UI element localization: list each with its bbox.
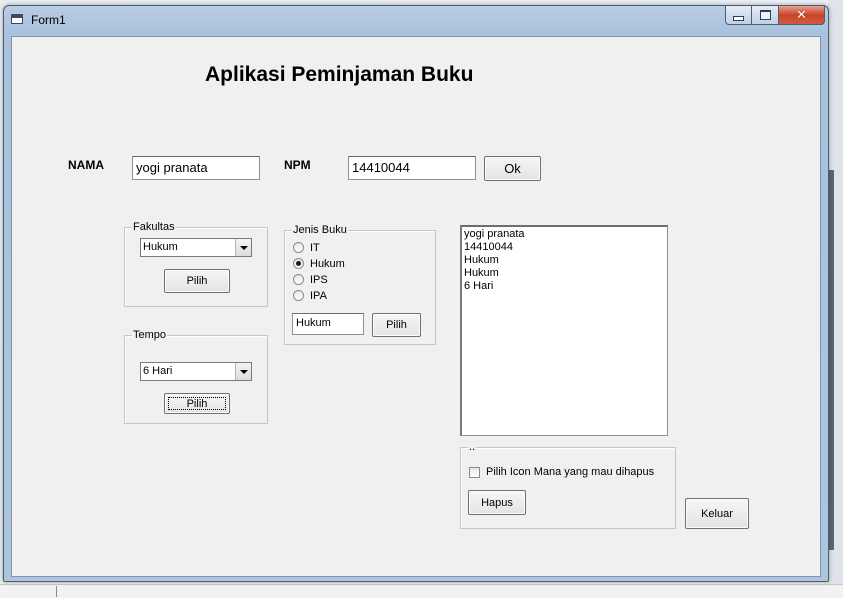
hapus-checkbox-row[interactable]: Pilih Icon Mana yang mau dihapus	[469, 466, 654, 478]
npm-input[interactable]: 14410044	[348, 156, 476, 180]
app-form-icon[interactable]	[11, 14, 23, 24]
fakultas-selected: Hukum	[143, 241, 178, 253]
output-listbox[interactable]: yogi pranata 14410044 Hukum Hukum 6 Hari	[460, 225, 668, 436]
jenis-buku-pilih-button[interactable]: Pilih	[372, 313, 421, 337]
app-title: Aplikasi Peminjaman Buku	[205, 63, 474, 86]
minimize-icon	[733, 15, 744, 21]
radio-hukum[interactable]: Hukum	[293, 256, 345, 271]
taskbar-divider	[56, 586, 57, 597]
dropdown-arrow-icon[interactable]	[235, 239, 251, 256]
taskbar-strip	[0, 584, 843, 598]
radio-button-ipa[interactable]	[293, 290, 304, 301]
tempo-pilih-button[interactable]: Pilih	[164, 393, 230, 414]
dropdown-arrow-icon[interactable]	[235, 363, 251, 380]
radio-button-it[interactable]	[293, 242, 304, 253]
fakultas-pilih-button[interactable]: Pilih	[164, 269, 230, 293]
jenis-buku-frame: Jenis Buku IT Hukum IPS IPA Hukum Pilih	[284, 224, 436, 345]
hapus-legend: ..	[468, 441, 477, 454]
jenis-buku-input[interactable]: Hukum	[292, 313, 364, 335]
hapus-checkbox[interactable]	[469, 466, 480, 478]
radio-label-ips: IPS	[310, 273, 328, 286]
radio-label-ipa: IPA	[310, 289, 327, 302]
list-item[interactable]: yogi pranata	[464, 228, 665, 241]
radio-label-hukum: Hukum	[310, 257, 345, 270]
tempo-legend: Tempo	[132, 329, 168, 342]
jenis-buku-legend: Jenis Buku	[292, 224, 348, 237]
maximize-button[interactable]	[752, 6, 779, 25]
tempo-selected: 6 Hari	[143, 365, 173, 377]
list-item[interactable]: Hukum	[464, 254, 665, 267]
tempo-dropdown[interactable]: 6 Hari	[140, 362, 252, 381]
form1-window: Form1 ✕ Aplikasi Peminjaman Buku NAMA yo…	[3, 5, 829, 582]
maximize-icon	[759, 10, 771, 20]
radio-label-it: IT	[310, 241, 320, 254]
fakultas-frame: Fakultas Hukum Pilih	[124, 221, 268, 307]
form-client-area: Aplikasi Peminjaman Buku NAMA yogi prana…	[11, 36, 821, 577]
list-item[interactable]: 6 Hari	[464, 280, 665, 293]
radio-ips[interactable]: IPS	[293, 272, 328, 287]
list-item[interactable]: Hukum	[464, 267, 665, 280]
hapus-button[interactable]: Hapus	[468, 490, 526, 515]
tempo-frame: Tempo 6 Hari Pilih	[124, 329, 268, 424]
hapus-frame: .. Pilih Icon Mana yang mau dihapus Hapu…	[460, 441, 676, 529]
radio-it[interactable]: IT	[293, 240, 320, 255]
hapus-checkbox-label: Pilih Icon Mana yang mau dihapus	[486, 466, 655, 478]
fakultas-dropdown[interactable]: Hukum	[140, 238, 252, 257]
close-button[interactable]: ✕	[779, 6, 825, 25]
title-bar[interactable]: Form1 ✕	[4, 6, 828, 34]
npm-label: NPM	[284, 158, 311, 172]
ok-button[interactable]: Ok	[484, 156, 541, 181]
minimize-button[interactable]	[725, 6, 752, 25]
list-item[interactable]: 14410044	[464, 241, 665, 254]
fakultas-legend: Fakultas	[132, 221, 176, 234]
close-icon: ✕	[796, 7, 807, 23]
radio-ipa[interactable]: IPA	[293, 288, 327, 303]
radio-button-ips[interactable]	[293, 274, 304, 285]
nama-label: NAMA	[68, 158, 104, 172]
window-controls: ✕	[725, 6, 825, 26]
radio-button-hukum[interactable]	[293, 258, 304, 269]
nama-input[interactable]: yogi pranata	[132, 156, 260, 180]
window-title: Form1	[31, 13, 66, 27]
keluar-button[interactable]: Keluar	[685, 498, 749, 529]
